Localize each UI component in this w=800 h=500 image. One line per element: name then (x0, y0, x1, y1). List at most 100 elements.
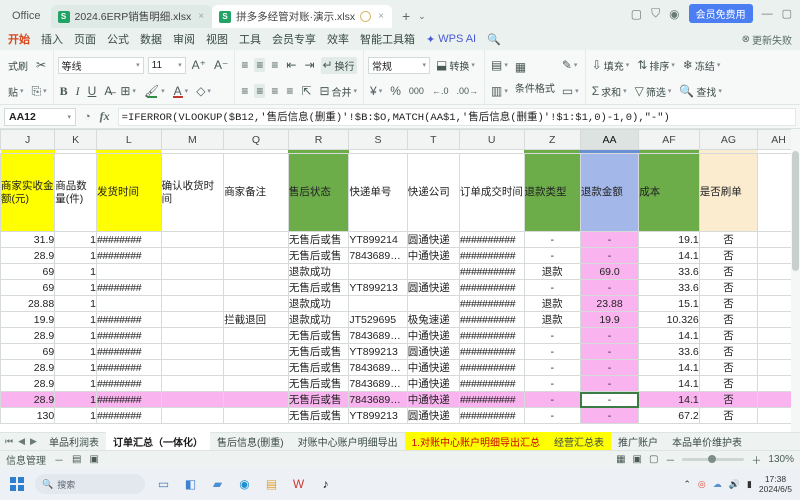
cell-10-9[interactable]: - (523, 391, 581, 408)
cell-1-12[interactable]: 否 (698, 247, 759, 264)
cell-0-3[interactable] (160, 231, 225, 248)
volume-icon[interactable]: 🔊 (729, 479, 740, 490)
cell-3-6[interactable]: YT899213 (348, 279, 408, 296)
next-sheet-icon[interactable]: ▶ (30, 436, 37, 447)
cell-5-8[interactable]: ########## (458, 311, 525, 328)
borders-button[interactable]: ⊞ ▾ (118, 84, 138, 98)
column-header-U[interactable]: U (458, 129, 525, 150)
cell-1-4[interactable] (223, 247, 289, 264)
cell-0-7[interactable]: 圆通快递 (406, 231, 460, 248)
cell-3-10[interactable]: - (579, 279, 640, 296)
spreadsheet-grid[interactable]: J K L M Q R S T U Z AA AF AG AH 商家实收金额(元) 商品数量(件) 发货时间确… (0, 129, 800, 432)
cell-7-2[interactable]: ######## (95, 343, 162, 360)
cell-7-9[interactable]: - (523, 343, 581, 360)
conditional-format-button[interactable]: ▦ (513, 60, 528, 74)
fill-color-button[interactable]: 🖌 ▾ (142, 84, 167, 99)
cell-7-1[interactable]: 1 (54, 343, 97, 360)
bold-button[interactable]: B (58, 84, 70, 98)
header-cell-8[interactable]: 订单成交时间 (458, 153, 525, 232)
cell-3-12[interactable]: 否 (698, 279, 759, 296)
cell-4-5[interactable]: 退款成功 (287, 295, 350, 312)
table-row[interactable]: 31.9 1 ######## 无售后或售 YT899214 圆通快递 ##########… (0, 231, 800, 248)
increase-decimal-button[interactable]: ←.0 (430, 86, 451, 97)
prev-sheet-icon[interactable]: ◀ (18, 436, 25, 447)
header-cell-11[interactable]: 成本 (638, 153, 700, 232)
find-button[interactable]: 🔍 查找 ▾ (677, 83, 723, 100)
chevron-up-icon[interactable]: ⌃ (683, 479, 691, 490)
zoom-level[interactable]: 130% (768, 454, 794, 465)
cell-10-12[interactable]: 否 (698, 391, 759, 408)
cell-3-1[interactable]: 1 (54, 279, 97, 296)
align-top-button[interactable]: ≡ (239, 58, 250, 72)
cell-7-6[interactable]: YT899213 (348, 343, 408, 360)
taskview-icon[interactable]: ▭ (155, 476, 172, 493)
cell-3-3[interactable] (160, 279, 225, 296)
cell-8-8[interactable]: ########## (458, 359, 525, 376)
text-direction-button[interactable]: ⇱ (299, 84, 313, 98)
cell-9-1[interactable]: 1 (54, 375, 97, 392)
table-row[interactable]: 28.9 1 ######## 无售后或售 7843689… 中通快递 ##########… (0, 391, 800, 408)
cell-7-0[interactable]: 69 (0, 343, 56, 360)
percent-format-button[interactable]: % (388, 84, 403, 98)
align-right-button[interactable]: ≡ (269, 84, 280, 98)
cell-8-7[interactable]: 中通快递 (406, 359, 460, 376)
sheet-tab-0[interactable]: 单品利润表 (42, 432, 106, 451)
cell-0-4[interactable] (223, 231, 289, 248)
cell-4-2[interactable] (95, 295, 162, 312)
close-icon[interactable]: × (196, 11, 204, 22)
menu-item-review[interactable]: 审阅 (173, 31, 195, 47)
taskbar-search[interactable]: 🔍 搜索 (35, 474, 145, 494)
cell-4-4[interactable] (223, 295, 289, 312)
cell-8-5[interactable]: 无售后或售 (287, 359, 350, 376)
cell-0-8[interactable]: ########## (458, 231, 525, 248)
cell-3-4[interactable] (223, 279, 289, 296)
cell-0-5[interactable]: 无售后或售 (287, 231, 350, 248)
cell-0-1[interactable]: 1 (54, 231, 97, 248)
header-cell-5[interactable]: 售后状态 (287, 153, 350, 232)
cell-7-12[interactable]: 否 (698, 343, 759, 360)
douyin-icon[interactable]: ♪ (317, 476, 334, 493)
cell-2-5[interactable]: 退款成功 (287, 263, 350, 280)
header-cell-2[interactable]: 发货时间 (95, 153, 162, 232)
cell-6-7[interactable]: 中通快递 (406, 327, 460, 344)
page-view-icon[interactable]: ▣ (633, 454, 642, 465)
cell-1-6[interactable]: 7843689… (348, 247, 408, 264)
cell-0-10[interactable]: - (579, 231, 640, 248)
table-row[interactable]: 130 1 ######## 无售后或售 YT899213 圆通快递 ########## -… (0, 407, 800, 424)
cell-styles-button[interactable]: ✎ ▾ (560, 58, 580, 72)
menu-item-insert[interactable]: 插入 (41, 31, 63, 47)
cell-9-4[interactable] (223, 375, 289, 392)
cell-4-7[interactable] (406, 295, 460, 312)
decrease-indent-button[interactable]: ⇤ (284, 58, 298, 72)
cell-3-9[interactable]: - (523, 279, 581, 296)
cell-0-12[interactable]: 否 (698, 231, 759, 248)
update-status[interactable]: ⊗ 更新失败 (742, 32, 792, 47)
cell-9-7[interactable]: 中通快递 (406, 375, 460, 392)
sheet-tab-7[interactable]: 本品单价维护表 (665, 432, 749, 451)
fx-icon[interactable]: fx (100, 109, 110, 124)
cell-10-7[interactable]: 中通快递 (406, 391, 460, 408)
header-cell-6[interactable]: 快递单号 (348, 153, 408, 232)
decrease-decimal-button[interactable]: .00→ (454, 86, 480, 97)
new-tab-button[interactable]: + (402, 8, 410, 24)
cell-7-10[interactable]: - (579, 343, 640, 360)
cell-10-3[interactable] (160, 391, 225, 408)
table-row[interactable]: 28.9 1 ######## 无售后或售 7843689… 中通快递 ##########… (0, 359, 800, 376)
cell-5-0[interactable]: 19.9 (0, 311, 56, 328)
cell-4-0[interactable]: 28.88 (0, 295, 56, 312)
zoom-slider-knob[interactable] (708, 455, 717, 463)
formula-input[interactable]: =IFERROR(VLOOKUP($B12,'售后信息(删重)'!$B:$O,M… (117, 107, 796, 126)
cell-4-12[interactable]: 否 (698, 295, 759, 312)
menu-item-start[interactable]: 开始 (8, 31, 30, 47)
edge-icon[interactable]: ◉ (236, 476, 253, 493)
cell-8-6[interactable]: 7843689… (348, 359, 408, 376)
network-icon[interactable]: ▮ (747, 479, 752, 490)
column-header-J[interactable]: J (0, 129, 56, 150)
underline-button[interactable]: U (86, 84, 99, 98)
sum-button[interactable]: Σ 求和 ▾ (590, 83, 629, 100)
sheet-tab-2[interactable]: 售后信息(删重) (210, 432, 291, 451)
cell-1-11[interactable]: 14.1 (638, 247, 700, 264)
conditional-format-label[interactable]: 条件格式 (513, 79, 557, 96)
windows-start-icon[interactable] (8, 476, 25, 493)
menu-item-page[interactable]: 页面 (74, 31, 96, 47)
